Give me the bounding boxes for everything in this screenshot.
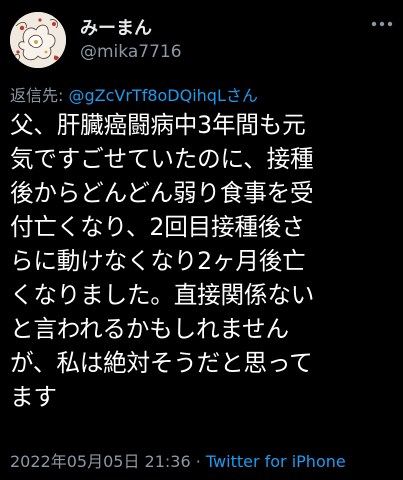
timestamp[interactable]: 2022年05月05日 21:36 [10, 452, 191, 471]
tweet-text-line: 気ですごせていたのに、接種 [10, 145, 314, 173]
tweet-meta: 2022年05月05日 21:36 · Twitter for iPhone [10, 448, 346, 472]
tweet-text-line: 付亡くなり、2回目接種後さ [10, 213, 305, 241]
tweet: みーまん @mika7716 返信先: @gZcVrTf8oDQihqLさん 父… [0, 0, 403, 480]
tweet-text-line: ます [10, 383, 57, 411]
reply-to-line: 返信先: @gZcVrTf8oDQihqLさん [10, 82, 258, 106]
user-handle[interactable]: @mika7716 [80, 42, 182, 62]
more-dots-icon [371, 21, 393, 27]
more-options-button[interactable] [368, 14, 396, 34]
avatar[interactable] [10, 12, 66, 68]
source-link[interactable]: Twitter for iPhone [206, 452, 346, 471]
tweet-text-line: と言われるかもしれません [10, 315, 289, 343]
flower-avatar-icon [10, 12, 66, 68]
reply-target-link[interactable]: @gZcVrTf8oDQihqLさん [68, 86, 257, 105]
tweet-text-line: 父、肝臓癌闘病中3年間も元 [10, 111, 306, 139]
display-name[interactable]: みーまん [80, 14, 152, 40]
meta-separator: · [190, 452, 206, 471]
tweet-text-line: が、私は絶対そうだと思って [10, 349, 313, 377]
tweet-text-line: らに動けなくなり2ヶ月後亡 [10, 247, 306, 275]
tweet-text: 父、肝臓癌闘病中3年間も元 気ですごせていたのに、接種 後からどんどん弱り食事を… [10, 108, 398, 414]
reply-prefix: 返信先: [10, 86, 69, 105]
tweet-text-line: くなりました。直接関係ない [10, 281, 315, 309]
tweet-text-line: 後からどんどん弱り食事を受 [10, 179, 314, 207]
